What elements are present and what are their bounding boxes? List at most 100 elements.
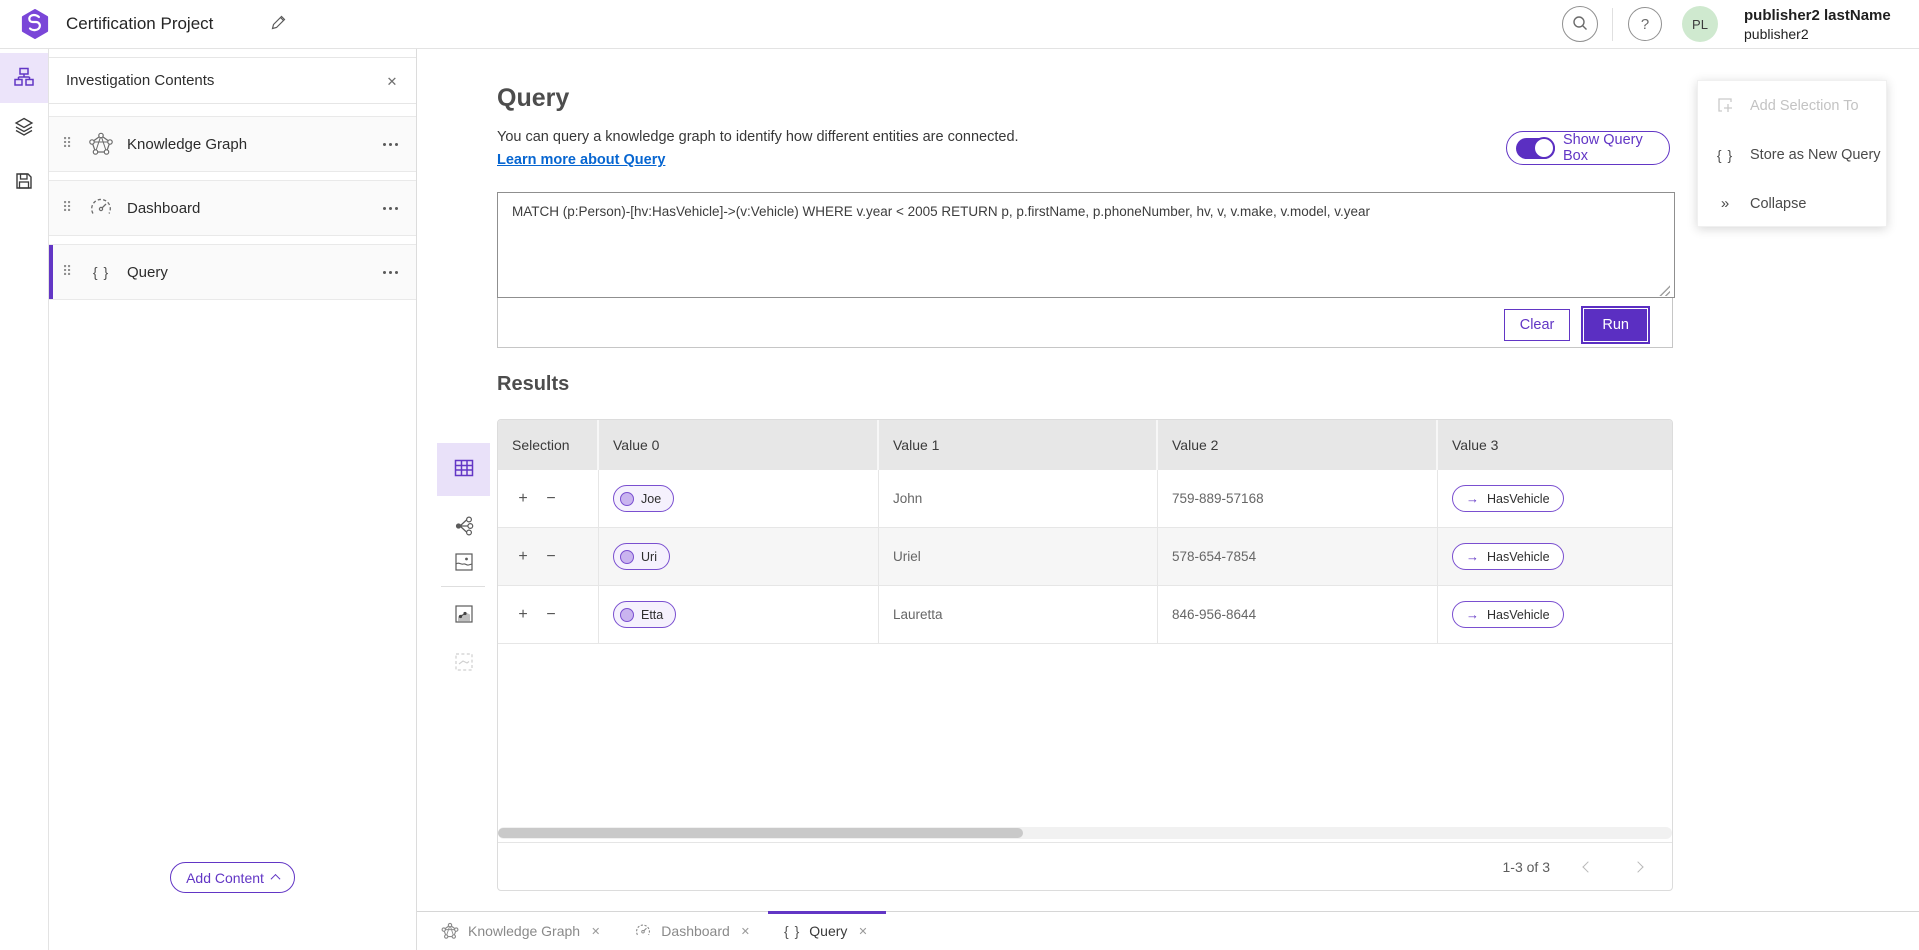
relation-pill[interactable]: → HasVehicle xyxy=(1452,485,1564,512)
relation-name: HasVehicle xyxy=(1487,608,1550,622)
relation-pill[interactable]: → HasVehicle xyxy=(1452,543,1564,570)
sidebar-close-button[interactable]: ✕ xyxy=(380,70,404,94)
hierarchy-icon xyxy=(13,66,35,91)
drag-handle-icon[interactable]: ⠿ xyxy=(62,264,80,280)
item-more-button[interactable] xyxy=(376,262,404,282)
column-header-value2[interactable]: Value 2 xyxy=(1158,420,1438,470)
cell-phone: 846-956-8644 xyxy=(1158,586,1438,643)
table-row: + − Etta Lauretta 846-956-8644 → HasVehi… xyxy=(498,586,1672,644)
save-icon xyxy=(14,171,34,194)
table-row: + − Joe John 759-889-57168 → HasVehicle xyxy=(498,470,1672,528)
sidebar-item-query[interactable]: ⠿ { } Query xyxy=(49,244,416,300)
add-selection-button[interactable]: + xyxy=(512,488,534,510)
remove-selection-button[interactable]: − xyxy=(540,488,562,510)
scrollbar-thumb[interactable] xyxy=(498,828,1023,838)
add-selection-icon xyxy=(1714,96,1736,115)
query-box-panel: MATCH (p:Person)-[hv:HasVehicle]->(v:Veh… xyxy=(497,192,1673,348)
table-view-icon xyxy=(453,457,475,482)
menu-item-store-as-new-query[interactable]: { } Store as New Query xyxy=(1698,130,1886,179)
entity-node-icon xyxy=(620,608,634,622)
relation-name: HasVehicle xyxy=(1487,550,1550,564)
drag-handle-icon[interactable]: ⠿ xyxy=(62,136,80,152)
sidebar-item-knowledge-graph[interactable]: ⠿ Knowledge Graph xyxy=(49,116,416,172)
remove-selection-button[interactable]: − xyxy=(540,604,562,626)
search-icon xyxy=(1571,14,1589,35)
column-header-selection[interactable]: Selection xyxy=(498,420,599,470)
view-table-button[interactable] xyxy=(437,443,490,496)
tab-close-button[interactable]: ✕ xyxy=(856,923,869,940)
sidebar-item-label: Knowledge Graph xyxy=(127,136,247,153)
drag-handle-icon[interactable]: ⠿ xyxy=(62,200,80,216)
tab-knowledge-graph[interactable]: Knowledge Graph ✕ xyxy=(425,912,618,950)
column-header-value3[interactable]: Value 3 xyxy=(1438,420,1672,470)
edit-title-button[interactable] xyxy=(266,12,290,36)
item-more-button[interactable] xyxy=(376,134,404,154)
column-header-value0[interactable]: Value 0 xyxy=(599,420,879,470)
add-selection-button[interactable]: + xyxy=(512,604,534,626)
top-header: Certification Project ? PL xyxy=(0,0,1919,49)
layers-icon xyxy=(13,116,35,141)
menu-item-label: Add Selection To xyxy=(1750,98,1859,114)
rail-item-investigation-contents[interactable] xyxy=(0,53,48,103)
user-username: publisher2 xyxy=(1744,26,1891,44)
page-title: Query xyxy=(497,84,569,113)
cell-phone: 578-654-7854 xyxy=(1158,528,1438,585)
bottom-tab-bar: Knowledge Graph ✕ Dashboard ✕ { } Query … xyxy=(417,911,1919,950)
cell-phone: 759-889-57168 xyxy=(1158,470,1438,527)
previous-page-button[interactable] xyxy=(1576,855,1600,879)
help-icon: ? xyxy=(1641,16,1649,33)
column-header-value1[interactable]: Value 1 xyxy=(879,420,1158,470)
next-page-button[interactable] xyxy=(1626,855,1650,879)
chevron-right-icon xyxy=(1632,861,1643,872)
entity-pill[interactable]: Etta xyxy=(613,601,676,628)
tab-dashboard[interactable]: Dashboard ✕ xyxy=(618,912,768,950)
show-query-box-toggle[interactable]: Show Query Box xyxy=(1506,131,1670,165)
rail-item-layers[interactable] xyxy=(0,103,48,153)
entity-pill[interactable]: Joe xyxy=(613,485,674,512)
tab-label: Knowledge Graph xyxy=(468,923,580,939)
sidebar-item-label: Query xyxy=(127,264,168,281)
pagination-bar: 1-3 of 3 xyxy=(498,842,1672,890)
user-display-name: publisher2 lastName xyxy=(1744,7,1891,26)
horizontal-scrollbar[interactable] xyxy=(498,827,1672,839)
entity-pill[interactable]: Uri xyxy=(613,543,670,570)
sidebar-item-dashboard[interactable]: ⠿ Dashboard xyxy=(49,180,416,236)
view-map-network-button[interactable] xyxy=(437,592,490,638)
toggle-switch[interactable] xyxy=(1516,138,1555,159)
query-braces-icon: { } xyxy=(1714,147,1736,163)
project-title: Certification Project xyxy=(66,14,213,34)
cell-first-name: Uriel xyxy=(879,528,1158,585)
menu-item-collapse[interactable]: » Collapse xyxy=(1698,179,1886,228)
tab-close-button[interactable]: ✕ xyxy=(739,923,752,940)
dashboard-icon xyxy=(86,195,116,221)
tab-close-button[interactable]: ✕ xyxy=(589,923,602,940)
query-input[interactable]: MATCH (p:Person)-[hv:HasVehicle]->(v:Veh… xyxy=(497,192,1675,298)
add-content-button[interactable]: Add Content xyxy=(170,862,295,893)
help-button[interactable]: ? xyxy=(1628,7,1662,41)
relation-pill[interactable]: → HasVehicle xyxy=(1452,601,1564,628)
rail-item-save[interactable] xyxy=(0,157,48,207)
run-button[interactable]: Run xyxy=(1584,309,1647,341)
user-menu[interactable]: publisher2 lastName publisher2 xyxy=(1744,7,1891,43)
user-avatar[interactable]: PL xyxy=(1682,6,1718,42)
entity-name: Joe xyxy=(641,492,661,506)
clear-button[interactable]: Clear xyxy=(1504,309,1571,341)
query-options-menu: Add Selection To { } Store as New Query … xyxy=(1697,80,1887,227)
results-title: Results xyxy=(497,373,569,396)
remove-selection-button[interactable]: − xyxy=(540,546,562,568)
learn-more-link[interactable]: Learn more about Query xyxy=(497,152,665,168)
arrow-right-icon: → xyxy=(1466,607,1479,622)
item-more-button[interactable] xyxy=(376,198,404,218)
view-map-button[interactable] xyxy=(437,540,490,586)
tab-query[interactable]: { } Query ✕ xyxy=(768,912,886,950)
pencil-icon xyxy=(270,19,287,34)
menu-item-label: Collapse xyxy=(1750,196,1806,212)
tab-label: Dashboard xyxy=(661,923,730,939)
search-button[interactable] xyxy=(1562,6,1598,42)
menu-item-label: Store as New Query xyxy=(1750,147,1881,163)
knowledge-graph-icon xyxy=(86,131,116,157)
entity-name: Etta xyxy=(641,608,663,622)
add-selection-button[interactable]: + xyxy=(512,546,534,568)
disabled-view-icon xyxy=(453,651,475,676)
app-window: Certification Project ? PL xyxy=(0,0,1919,950)
